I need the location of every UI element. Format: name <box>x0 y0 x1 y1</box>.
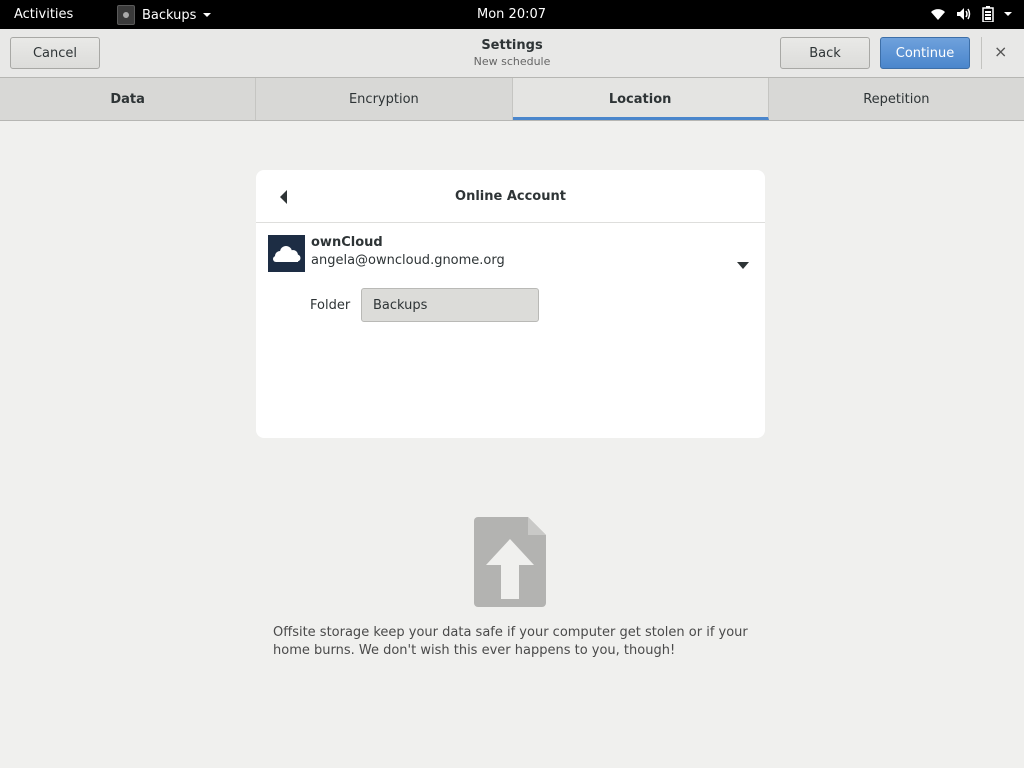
volume-icon <box>957 8 971 20</box>
header-separator <box>981 37 982 69</box>
offsite-storage-description: Offsite storage keep your data safe if y… <box>273 625 748 658</box>
activities-button[interactable]: Activities <box>14 7 73 22</box>
folder-label: Folder <box>310 298 351 313</box>
battery-icon <box>982 6 994 22</box>
wifi-icon <box>931 9 945 20</box>
tab-encryption[interactable]: Encryption <box>256 78 513 120</box>
app-menu-label: Backups <box>142 7 197 23</box>
tab-location[interactable]: Location <box>512 78 769 120</box>
chevron-down-icon[interactable] <box>737 262 749 269</box>
system-menu-caret-icon <box>1004 12 1012 16</box>
tab-data[interactable]: Data <box>0 78 257 120</box>
app-menu-caret-icon <box>203 13 212 17</box>
account-email: angela@owncloud.gnome.org <box>311 253 505 268</box>
top-bar: Activities Backups Mon 20:07 <box>0 0 1024 29</box>
app-menu[interactable]: Backups <box>117 5 212 25</box>
window-subtitle: New schedule <box>473 55 551 68</box>
tab-repetition[interactable]: Repetition <box>769 78 1024 120</box>
account-provider-name: ownCloud <box>311 235 383 250</box>
clock[interactable]: Mon 20:07 <box>477 7 546 22</box>
close-icon[interactable]: × <box>994 42 1007 61</box>
cancel-button[interactable]: Cancel <box>10 37 100 69</box>
backups-app-icon <box>117 5 135 25</box>
back-button[interactable]: Back <box>780 37 870 69</box>
window-title: Settings <box>481 38 543 53</box>
continue-button[interactable]: Continue <box>880 37 970 69</box>
header-bar: Cancel Settings New schedule Back Contin… <box>0 29 1024 78</box>
settings-tabs: Data Encryption Location Repetition <box>0 78 1024 121</box>
owncloud-logo-icon <box>268 235 305 272</box>
card-title: Online Account <box>455 189 566 204</box>
folder-field[interactable] <box>361 288 539 322</box>
card-divider <box>256 222 765 223</box>
online-account-card: Online Account ownCloud angela@owncloud.… <box>256 170 765 438</box>
system-tray[interactable] <box>930 6 1012 22</box>
upload-document-icon <box>474 517 546 607</box>
